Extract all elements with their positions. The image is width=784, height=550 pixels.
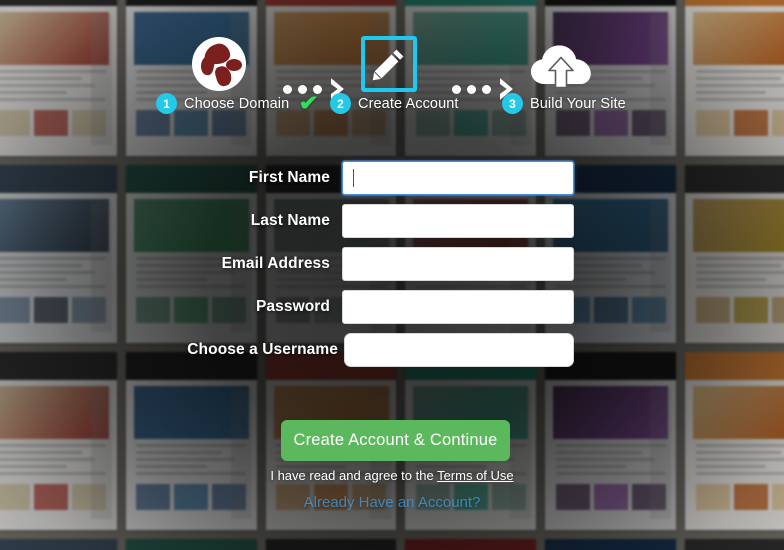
field-row-email-address: Email Address — [0, 247, 784, 281]
already-have-account-link[interactable]: Already Have an Account? — [0, 494, 784, 511]
field-row-username: Choose a Username — [0, 333, 784, 367]
first-name-label: First Name — [248, 169, 330, 186]
username-input[interactable] — [344, 333, 574, 367]
terms-of-use-link[interactable]: Terms of Use — [437, 468, 514, 483]
password-label: Password — [255, 298, 330, 315]
username-label: Choose a Username — [187, 341, 338, 358]
field-row-first-name: First Name — [0, 161, 784, 195]
last-name-input[interactable] — [342, 204, 574, 238]
create-account-continue-button[interactable]: Create Account & Continue — [281, 420, 510, 461]
create-account-form: First Name Last Name Email Address Passw… — [0, 0, 784, 550]
terms-agreement-line: I have read and agree to the Terms of Us… — [0, 468, 784, 483]
first-name-input[interactable] — [342, 161, 574, 195]
last-name-label: Last Name — [250, 212, 330, 229]
email-address-input[interactable] — [342, 247, 574, 281]
terms-prefix-text: I have read and agree to the — [270, 468, 438, 483]
field-row-password: Password — [0, 290, 784, 324]
password-input[interactable] — [342, 290, 574, 324]
email-address-label: Email Address — [221, 255, 330, 272]
signup-page: 1 Choose Domain ✔ 2 Create Account 3 Bui… — [0, 0, 784, 550]
field-row-last-name: Last Name — [0, 204, 784, 238]
text-caret — [353, 169, 354, 187]
